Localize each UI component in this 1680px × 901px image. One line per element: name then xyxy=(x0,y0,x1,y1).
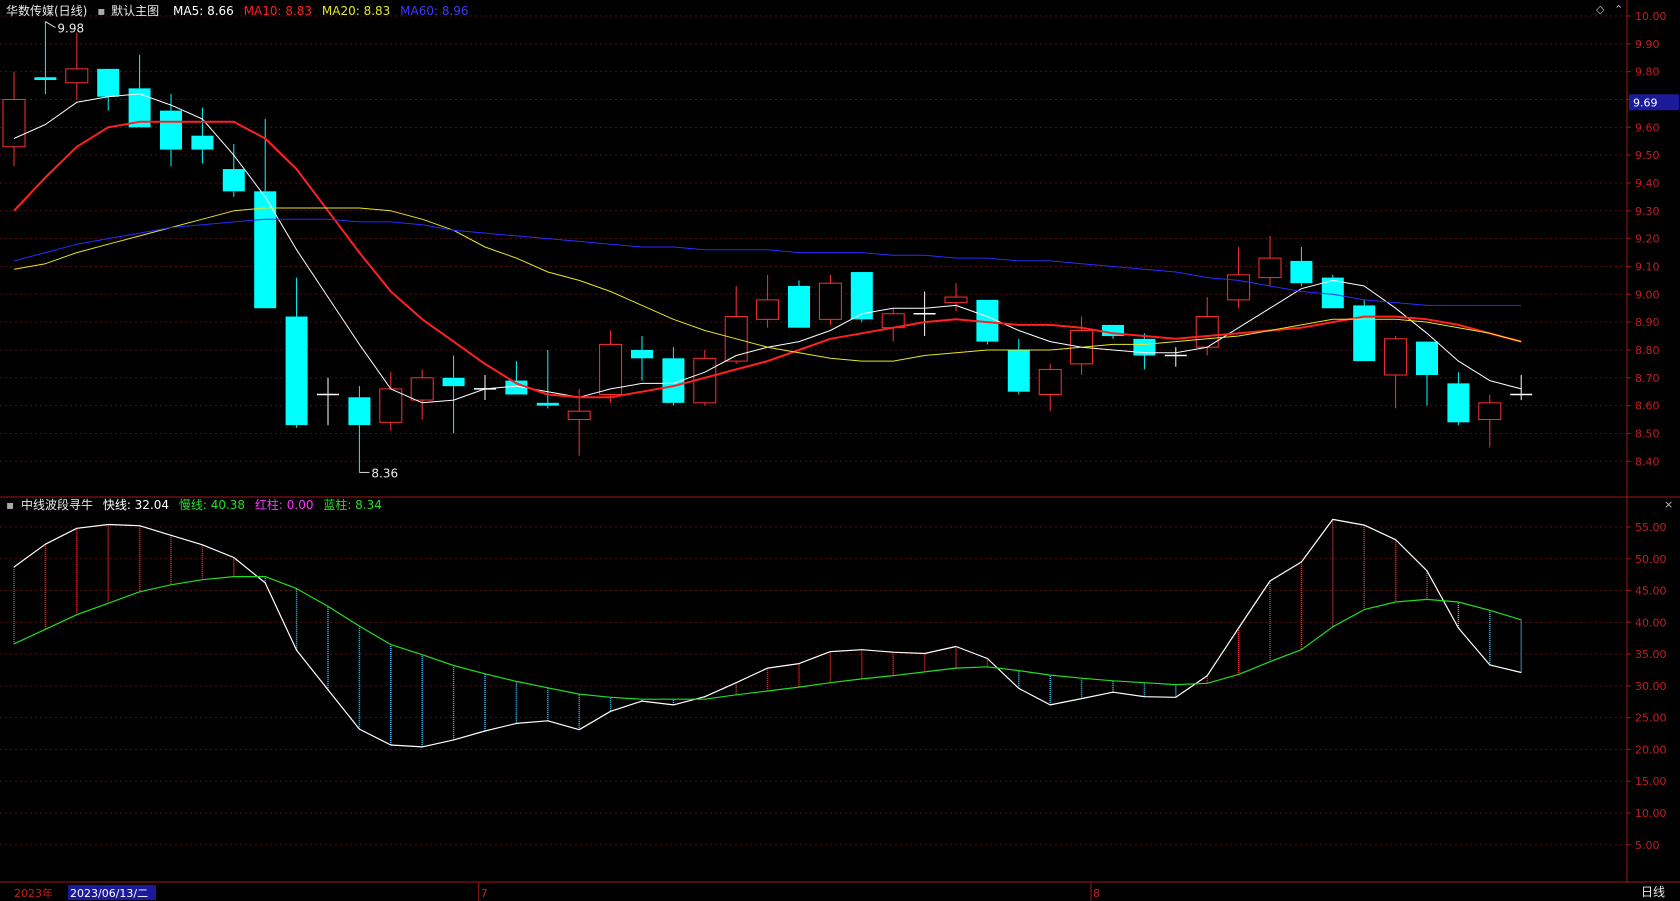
candle-body-down xyxy=(1447,383,1470,423)
footer-year: 2023年 xyxy=(14,886,53,900)
indicator-tick-label: 35.00 xyxy=(1635,648,1667,661)
candle[interactable] xyxy=(788,280,810,328)
indicator-tick-label: 10.00 xyxy=(1635,807,1667,820)
candle-body-down xyxy=(1290,260,1313,284)
candle[interactable] xyxy=(1321,274,1344,309)
indicator-name[interactable]: 中线波段寻牛 xyxy=(21,498,93,512)
indicator-tick-label: 20.00 xyxy=(1635,743,1667,756)
high-annotation: 9.98 xyxy=(57,22,84,36)
candle-body-down xyxy=(97,68,120,97)
candle[interactable] xyxy=(850,272,873,323)
candle-body-down xyxy=(631,349,653,359)
candle-body-up xyxy=(1258,257,1282,279)
expand-up-icon[interactable]: ⌃ xyxy=(1614,3,1623,16)
price-tick-label: 9.00 xyxy=(1635,288,1660,301)
blue-bar-label: 蓝柱: 8.34 xyxy=(323,498,382,512)
candle-body-up xyxy=(567,410,591,421)
price-tick-label: 8.40 xyxy=(1635,455,1660,468)
candle-body-down xyxy=(348,397,371,426)
price-tick-label: 9.90 xyxy=(1635,38,1660,51)
price-tick-label: 8.80 xyxy=(1635,344,1660,357)
indicator-tick-label: 50.00 xyxy=(1635,553,1667,566)
ma20-label: MA20: 8.83 xyxy=(321,4,391,18)
indicator-tick-label: 45.00 xyxy=(1635,585,1667,598)
candle-body-up xyxy=(944,296,968,304)
stock-chart[interactable]: 10.009.909.809.709.609.509.409.309.209.1… xyxy=(0,0,1680,901)
price-tick-label: 9.60 xyxy=(1635,121,1660,134)
candle-body-down xyxy=(1416,341,1438,376)
indicator-close: × xyxy=(1664,498,1673,511)
slow-line-label: 慢线: 40.38 xyxy=(178,498,246,512)
indicator-tick-label: 55.00 xyxy=(1635,521,1667,534)
candle-body-down xyxy=(34,77,57,81)
indicator-tick-label: 25.00 xyxy=(1635,712,1667,725)
candle-body-down xyxy=(442,377,465,387)
diamond-icon[interactable]: ◇ xyxy=(1596,3,1604,16)
red-bar-label: 红柱: 0.00 xyxy=(254,498,314,512)
candle[interactable] xyxy=(1353,299,1376,362)
low-annotation: 8.36 xyxy=(371,466,398,480)
price-tick-label: 9.80 xyxy=(1635,66,1660,79)
price-tick-label: 9.20 xyxy=(1635,233,1660,246)
price-tick-label: 9.30 xyxy=(1635,205,1660,218)
candle-body-up xyxy=(65,68,89,84)
stock-name[interactable]: 华数传媒(日线) xyxy=(6,4,87,18)
chart-background xyxy=(0,0,1680,901)
candle-body-up xyxy=(1038,368,1062,395)
ma10-label: MA10: 8.83 xyxy=(243,4,313,18)
price-tick-label: 9.10 xyxy=(1635,260,1660,273)
candle-body-up xyxy=(1227,274,1251,301)
ma5-label: MA5: 8.66 xyxy=(173,4,234,18)
month-label: 7 xyxy=(481,887,488,900)
main-chart-header: 华数传媒(日线) ▪ 默认主图 MA5: 8.66 MA10: 8.83 MA2… xyxy=(6,4,475,18)
current-price-value: 9.69 xyxy=(1633,96,1658,109)
price-tick-label: 9.50 xyxy=(1635,149,1660,162)
candle-body-up xyxy=(599,343,623,395)
chart-settings-icon[interactable]: ▪ xyxy=(97,4,105,18)
main-chart-label[interactable]: 默认主图 xyxy=(111,4,159,18)
candle-body-up xyxy=(1384,338,1408,376)
indicator-tick-label: 5.00 xyxy=(1635,839,1660,852)
candle-body-down xyxy=(160,110,182,150)
price-tick-label: 10.00 xyxy=(1635,10,1667,23)
candle-body-down xyxy=(222,169,245,192)
candle-body-down xyxy=(536,402,559,406)
candle-body-up xyxy=(379,388,403,423)
window-controls: ◇ ⌃ xyxy=(1596,3,1623,16)
price-tick-label: 9.40 xyxy=(1635,177,1660,190)
indicator-header: ▪ 中线波段寻牛 快线: 32.04 慢线: 40.38 红柱: 0.00 蓝柱… xyxy=(6,498,388,512)
candle-body-down xyxy=(788,285,810,328)
candle-body-down xyxy=(285,316,308,426)
candle-body-down xyxy=(1353,305,1376,362)
candle-body-down xyxy=(1007,349,1030,392)
indicator-settings-icon[interactable]: ▪ xyxy=(6,498,14,512)
indicator-tick-label: 15.00 xyxy=(1635,775,1667,788)
candle-body-up xyxy=(410,377,434,401)
price-tick-label: 8.50 xyxy=(1635,427,1660,440)
candle-body-up xyxy=(818,282,842,320)
price-tick-label: 8.60 xyxy=(1635,400,1660,413)
month-label: 8 xyxy=(1093,887,1100,900)
close-icon[interactable]: × xyxy=(1664,498,1673,511)
ma60-label: MA60: 8.96 xyxy=(400,4,469,18)
candle-body-up xyxy=(1478,402,1502,421)
footer-date: 2023/06/13/二 xyxy=(70,887,148,900)
candle-body-up xyxy=(2,98,26,148)
price-tick-label: 8.70 xyxy=(1635,372,1660,385)
indicator-tick-label: 40.00 xyxy=(1635,616,1667,629)
price-tick-label: 8.90 xyxy=(1635,316,1660,329)
period-label: 日线 xyxy=(1641,885,1665,899)
indicator-tick-label: 30.00 xyxy=(1635,680,1667,693)
candle-body-up xyxy=(756,299,780,320)
fast-line-label: 快线: 32.04 xyxy=(102,498,170,512)
footer-bar xyxy=(0,883,1680,901)
candle-body-down xyxy=(191,135,214,150)
